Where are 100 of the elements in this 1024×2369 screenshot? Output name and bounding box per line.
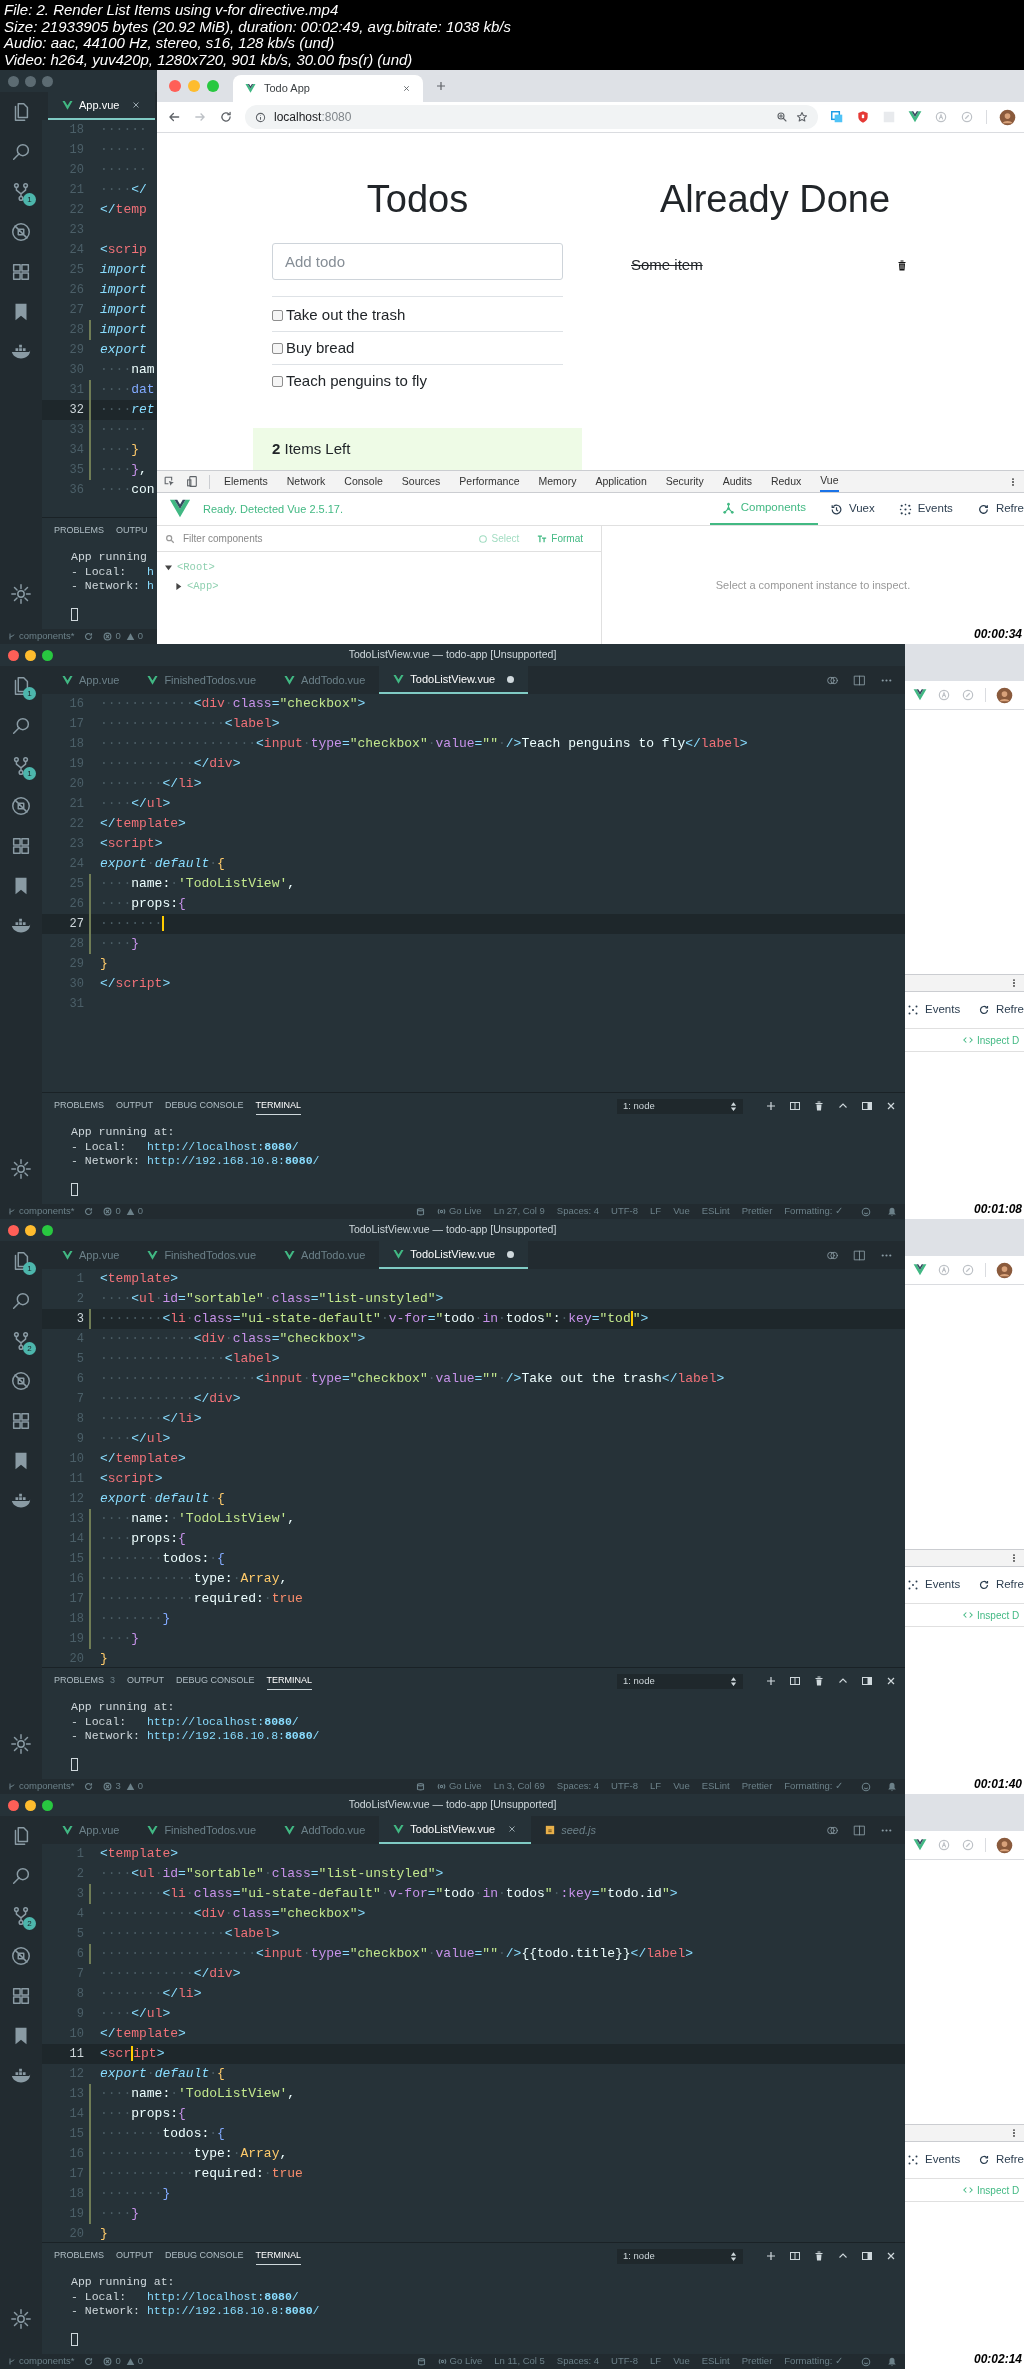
close-icon[interactable]: [402, 84, 411, 93]
panel-tab[interactable]: TERMINAL: [255, 2247, 302, 2265]
status-item[interactable]: Vue: [673, 1204, 690, 1219]
split-terminal-icon[interactable]: [789, 1100, 801, 1112]
inspect-link[interactable]: Inspect D: [963, 2182, 1020, 2198]
sync-icon[interactable]: [84, 632, 94, 641]
status-item[interactable]: ESLint: [701, 1779, 730, 1794]
panel-tab[interactable]: TERMINAL: [255, 1097, 302, 1115]
status-item[interactable]: Spaces: 4: [556, 2354, 600, 2369]
devtools-tab[interactable]: Network: [286, 471, 326, 492]
panel-tab[interactable]: TERMINAL: [266, 1672, 313, 1690]
add-icon[interactable]: [765, 2250, 777, 2262]
close-icon[interactable]: [885, 1675, 897, 1687]
avatar-icon[interactable]: [996, 1261, 1013, 1279]
devtools-tab[interactable]: Redux: [770, 471, 802, 492]
devtools-tab[interactable]: Memory: [538, 471, 577, 492]
editor-tab[interactable]: FinishedTodos.vue: [133, 666, 271, 694]
editor-tab[interactable]: seed.js: [531, 1816, 610, 1844]
new-tab-icon[interactable]: [435, 80, 447, 92]
status-item[interactable]: UTF-8: [611, 1204, 639, 1219]
panel-tab[interactable]: DEBUG CONSOLE: [165, 1097, 244, 1115]
caret-right-icon[interactable]: [175, 583, 182, 591]
vue-tab[interactable]: Refre: [977, 2151, 1024, 2169]
toolbar-button[interactable]: Format: [537, 531, 583, 546]
close-icon[interactable]: [885, 1100, 897, 1112]
shield-icon[interactable]: [856, 110, 870, 124]
status-item[interactable]: Prettier: [741, 1204, 773, 1219]
avatar-icon[interactable]: [999, 108, 1016, 126]
checkbox[interactable]: [272, 376, 283, 387]
vue-tab[interactable]: Events: [886, 493, 965, 525]
v-logo-icon[interactable]: [913, 1263, 927, 1277]
filter-field[interactable]: Filter components: [183, 531, 470, 546]
status-item[interactable]: UTF-8: [611, 1779, 639, 1794]
devtools-tab[interactable]: Sources: [401, 471, 441, 492]
status-item[interactable]: Formatting: ✓: [784, 1779, 843, 1794]
vue-tab[interactable]: Events: [907, 1576, 961, 1594]
caret-down-icon[interactable]: [165, 564, 172, 572]
panel-tab[interactable]: DEBUG CONSOLE: [165, 2247, 244, 2265]
editor-tab[interactable]: FinishedTodos.vue: [133, 1816, 271, 1844]
split-editor-icon[interactable]: [853, 1248, 866, 1262]
go-live-button[interactable]: Go Live: [437, 2354, 483, 2369]
status-item[interactable]: Prettier: [741, 1779, 773, 1794]
vue-tab[interactable]: Refre: [977, 1576, 1024, 1594]
panel-tab[interactable]: OUTPUT: [116, 1097, 153, 1115]
extensions-icon[interactable]: [10, 261, 32, 283]
status-item[interactable]: Ln 27, Col 9: [493, 1204, 545, 1219]
editor-tab[interactable]: TodoListView.vue: [379, 1241, 529, 1269]
bell-icon[interactable]: [887, 2356, 897, 2367]
status-item[interactable]: UTF-8: [611, 2354, 639, 2369]
extensions-icon[interactable]: [10, 1985, 32, 2007]
extensions-icon[interactable]: [10, 835, 32, 857]
cylinder-icon[interactable]: [415, 1206, 425, 1217]
status-item[interactable]: Vue: [673, 2354, 690, 2369]
search-icon[interactable]: [10, 1865, 32, 1887]
terminal-select[interactable]: 1: node: [617, 1098, 743, 1114]
go-live-button[interactable]: Go Live: [436, 1204, 482, 1219]
status-item[interactable]: Prettier: [741, 2354, 773, 2369]
window-close-button[interactable]: [8, 1799, 19, 1811]
checkbox[interactable]: [272, 309, 283, 321]
devtools-tab[interactable]: Vue: [820, 471, 839, 492]
terminal-select[interactable]: 1: node: [617, 2248, 743, 2264]
debug-icon[interactable]: [10, 1945, 32, 1967]
window-close-button[interactable]: [8, 1224, 19, 1236]
branch-status[interactable]: components*: [8, 629, 75, 644]
debug-icon[interactable]: [10, 795, 32, 817]
maximize-panel-icon[interactable]: [861, 2250, 873, 2262]
smiley-icon[interactable]: [861, 1781, 871, 1792]
search-icon[interactable]: [10, 715, 32, 737]
debug-icon[interactable]: [10, 1370, 32, 1392]
branch-status[interactable]: components*: [8, 2354, 75, 2369]
browser-tab[interactable]: Todo App: [233, 75, 423, 102]
devtools-tab[interactable]: Elements: [224, 471, 268, 492]
editor-tab[interactable]: AddTodo.vue: [270, 1816, 380, 1844]
branch-status[interactable]: components*: [8, 1779, 75, 1794]
editor-tab[interactable]: App.vue: [48, 1816, 134, 1844]
editor-tab[interactable]: App.vue: [48, 666, 134, 694]
editor-tab[interactable]: App.vue: [48, 92, 156, 120]
add-icon[interactable]: [765, 1675, 777, 1687]
v-logo-icon[interactable]: [908, 110, 922, 124]
settings-icon[interactable]: [10, 1158, 32, 1180]
address-bar[interactable]: localhost:8080: [245, 105, 818, 129]
status-item[interactable]: Formatting: ✓: [784, 1204, 843, 1219]
settings-icon[interactable]: [10, 583, 32, 605]
cylinder-icon[interactable]: [415, 1781, 425, 1792]
add-icon[interactable]: [765, 1100, 777, 1112]
editor-tab[interactable]: FinishedTodos.vue: [133, 1241, 271, 1269]
inspect-icon[interactable]: [163, 475, 176, 488]
maximize-panel-icon[interactable]: [861, 1100, 873, 1112]
sync-icon[interactable]: [84, 1207, 94, 1216]
status-item[interactable]: Ln 3, Col 69: [493, 1779, 545, 1794]
v-logo-icon[interactable]: [913, 1838, 927, 1852]
bell-icon[interactable]: [887, 1206, 897, 1217]
status-item[interactable]: LF: [650, 1779, 662, 1794]
trash-icon[interactable]: [813, 1675, 825, 1687]
split-terminal-icon[interactable]: [789, 1675, 801, 1687]
panel-tab[interactable]: OUTPU: [116, 522, 148, 540]
settings-icon[interactable]: [10, 1733, 32, 1755]
editor-tab[interactable]: App.vue: [48, 1241, 134, 1269]
sync-icon[interactable]: [84, 2357, 94, 2366]
status-item[interactable]: ESLint: [701, 2354, 730, 2369]
